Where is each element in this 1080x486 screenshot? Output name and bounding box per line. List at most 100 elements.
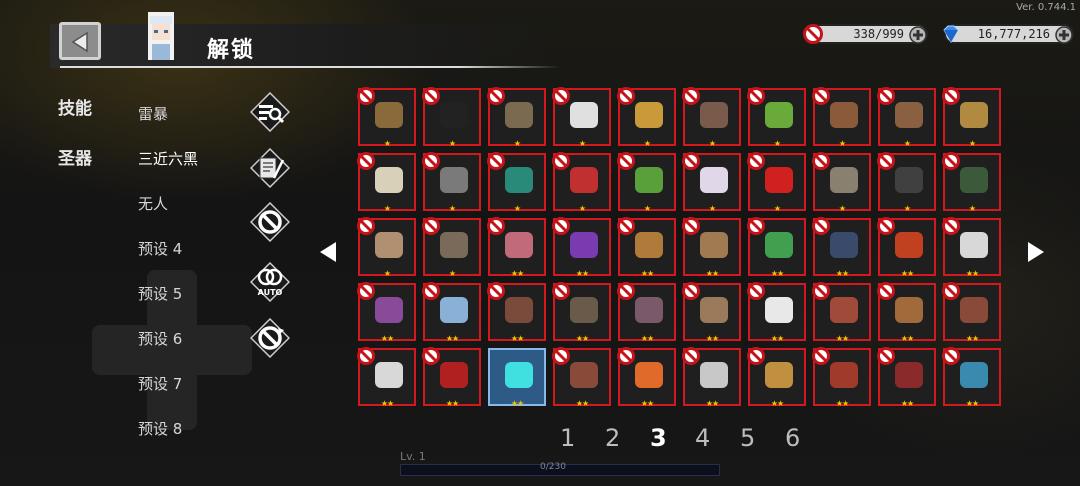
rarity-stars: ★ xyxy=(448,204,456,213)
rarity-stars: ★ xyxy=(448,269,456,278)
relic-slot[interactable]: ★ xyxy=(552,87,611,148)
relic-slot[interactable]: ★★ xyxy=(942,282,1001,343)
previous-page-arrow[interactable] xyxy=(320,242,336,262)
page-title: 解锁 xyxy=(207,38,256,63)
relic-slot[interactable]: ★★ xyxy=(942,217,1001,278)
relic-slot[interactable]: ★ xyxy=(942,87,1001,148)
relic-slot[interactable]: ★★ xyxy=(552,282,611,343)
relic-slot[interactable]: ★★ xyxy=(617,282,676,343)
relic-slot[interactable]: ★ xyxy=(812,87,871,148)
ban-icon xyxy=(682,87,700,105)
relic-slot[interactable]: ★ xyxy=(682,87,741,148)
relic-slot[interactable]: ★ xyxy=(357,217,416,278)
relic-slot[interactable]: ★ xyxy=(617,87,676,148)
relic-slot[interactable]: ★★ xyxy=(682,282,741,343)
relic-slot[interactable]: ★★ xyxy=(422,347,481,408)
relic-slot[interactable]: ★ xyxy=(487,87,546,148)
relic-slot[interactable]: ★★ xyxy=(357,347,416,408)
ban-icon xyxy=(617,152,635,170)
page-number[interactable]: 6 xyxy=(785,424,800,452)
relic-slot[interactable]: ★★ xyxy=(812,282,871,343)
add-gem-icon[interactable] xyxy=(1054,25,1074,45)
relic-icon xyxy=(960,102,988,128)
preset-item[interactable]: 无人 xyxy=(138,193,168,214)
relic-slot[interactable]: ★ xyxy=(877,152,936,213)
relic-slot[interactable]: ★★ xyxy=(357,282,416,343)
ban-icon xyxy=(747,347,765,365)
relic-slot[interactable]: ★ xyxy=(357,152,416,213)
page-number[interactable]: 2 xyxy=(605,424,620,452)
relic-slot[interactable]: ★★ xyxy=(877,217,936,278)
relic-slot[interactable]: ★ xyxy=(617,152,676,213)
preset-item[interactable]: 预设 5 xyxy=(138,283,182,304)
relic-slot[interactable]: ★ xyxy=(422,152,481,213)
relic-slot[interactable]: ★★ xyxy=(747,217,806,278)
relic-icon xyxy=(895,297,923,323)
header-underline xyxy=(60,66,560,68)
relic-slot[interactable]: ★★ xyxy=(942,347,1001,408)
relic-slot[interactable]: ★ xyxy=(552,152,611,213)
preset-item[interactable]: 预设 8 xyxy=(138,418,182,439)
ban-icon xyxy=(747,282,765,300)
preset-item[interactable]: 雷暴 xyxy=(138,103,168,124)
relic-slot[interactable]: ★★ xyxy=(877,282,936,343)
back-button[interactable] xyxy=(59,22,101,60)
page-number[interactable]: 1 xyxy=(560,424,575,452)
rarity-stars: ★ xyxy=(383,269,391,278)
relic-slot[interactable]: ★★ xyxy=(812,347,871,408)
ban-cycle-icon[interactable] xyxy=(249,317,291,359)
relic-slot[interactable]: ★★ xyxy=(617,217,676,278)
relic-slot[interactable]: ★★ xyxy=(487,217,546,278)
relic-slot[interactable]: ★★ xyxy=(552,217,611,278)
page-number[interactable]: 5 xyxy=(740,424,755,452)
relic-slot[interactable]: ★ xyxy=(487,152,546,213)
scroll-quill-icon[interactable] xyxy=(249,147,291,189)
relic-slot[interactable]: ★ xyxy=(812,152,871,213)
rarity-stars: ★★ xyxy=(835,334,849,343)
relic-slot[interactable]: ★★ xyxy=(812,217,871,278)
page-number[interactable]: 4 xyxy=(695,424,710,452)
relic-slot[interactable]: ★★ xyxy=(682,347,741,408)
relic-slot[interactable]: ★★ xyxy=(877,347,936,408)
preset-item[interactable]: 预设 7 xyxy=(138,373,182,394)
preset-item[interactable]: 预设 6 xyxy=(138,328,182,349)
rarity-stars: ★ xyxy=(968,204,976,213)
next-page-arrow[interactable] xyxy=(1028,242,1044,262)
relic-icon xyxy=(375,102,403,128)
ban-icon xyxy=(682,282,700,300)
relic-slot[interactable]: ★★ xyxy=(488,348,546,408)
relic-icon xyxy=(700,102,728,128)
relic-slot[interactable]: ★ xyxy=(747,152,806,213)
relic-slot[interactable]: ★ xyxy=(942,152,1001,213)
relic-slot[interactable]: ★ xyxy=(877,87,936,148)
relic-slot[interactable]: ★★ xyxy=(422,282,481,343)
relic-slot[interactable]: ★★ xyxy=(487,282,546,343)
filter-search-icon[interactable] xyxy=(249,91,291,133)
auto-ban-icon[interactable]: AUTO xyxy=(249,261,291,303)
relic-slot[interactable]: ★ xyxy=(747,87,806,148)
xp-text: 0/230 xyxy=(540,462,566,472)
preset-item[interactable]: 三近六黑 xyxy=(138,148,198,169)
rarity-stars: ★★ xyxy=(900,269,914,278)
page-number[interactable]: 3 xyxy=(650,424,667,452)
relic-slot[interactable]: ★ xyxy=(422,87,481,148)
relic-slot[interactable]: ★★ xyxy=(747,282,806,343)
category-relics[interactable]: 圣器 xyxy=(58,144,92,169)
category-skills[interactable]: 技能 xyxy=(58,94,92,119)
relic-slot[interactable]: ★ xyxy=(682,152,741,213)
ban-icon[interactable] xyxy=(249,201,291,243)
rarity-stars: ★ xyxy=(383,204,391,213)
relic-slot[interactable]: ★★ xyxy=(617,347,676,408)
relic-icon xyxy=(830,102,858,128)
relic-icon xyxy=(700,232,728,258)
player-level: Lv. 1 xyxy=(400,450,426,463)
relic-slot[interactable]: ★ xyxy=(357,87,416,148)
add-token-icon[interactable] xyxy=(908,25,928,45)
relic-slot[interactable]: ★★ xyxy=(682,217,741,278)
relic-slot[interactable]: ★★ xyxy=(747,347,806,408)
preset-item[interactable]: 预设 4 xyxy=(138,238,182,259)
relic-slot[interactable]: ★★ xyxy=(552,347,611,408)
ban-icon xyxy=(357,217,375,235)
ban-icon xyxy=(422,282,440,300)
relic-slot[interactable]: ★ xyxy=(422,217,481,278)
